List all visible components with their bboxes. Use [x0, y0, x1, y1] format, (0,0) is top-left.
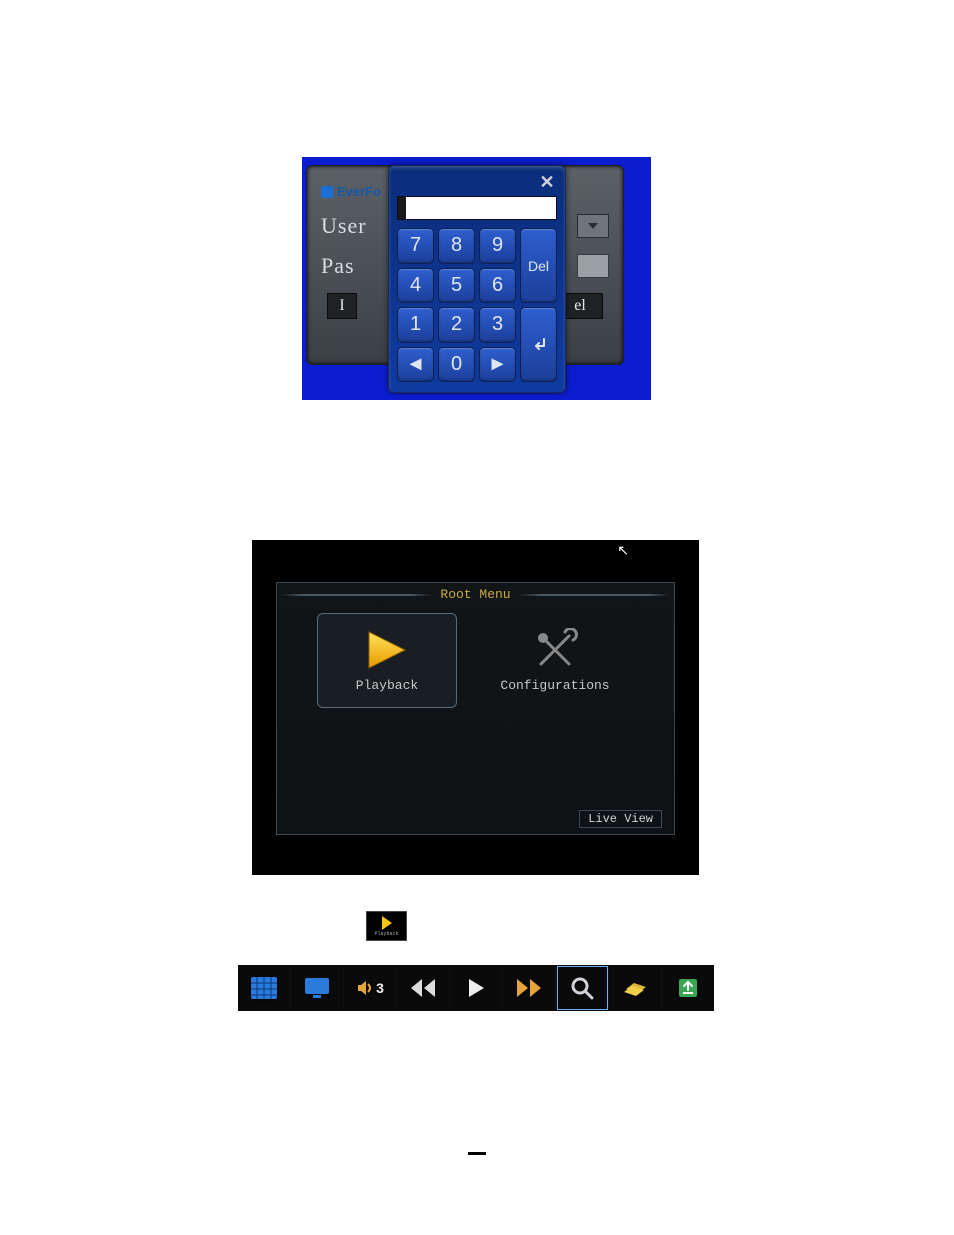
monitor-icon [303, 977, 331, 999]
cancel-fragment: el [574, 297, 586, 315]
playback-icon-button[interactable]: Playback [366, 911, 407, 941]
text-cursor [398, 197, 406, 219]
key-9[interactable]: 9 [479, 228, 516, 264]
export-button[interactable] [662, 965, 714, 1011]
archive-button[interactable] [609, 965, 662, 1011]
password-input[interactable] [577, 254, 609, 278]
play-button[interactable] [450, 965, 503, 1011]
play-icon [466, 978, 486, 998]
password-label: Pas [321, 253, 355, 279]
login-keypad-figure: EverFo User Pas I el ✕ 7 8 9 [302, 157, 651, 400]
export-icon [676, 976, 700, 1000]
play-icon [382, 916, 392, 930]
brand-icon [321, 186, 333, 198]
key-5[interactable]: 5 [438, 268, 475, 304]
grid-icon [250, 976, 278, 1000]
key-1[interactable]: 1 [397, 307, 434, 343]
playback-label: Playback [356, 678, 418, 693]
root-menu-panel: Root Menu Playback [276, 582, 675, 835]
search-button[interactable] [556, 965, 609, 1011]
tools-icon [531, 628, 579, 672]
fast-forward-button[interactable] [503, 965, 556, 1011]
enter-icon [530, 336, 548, 354]
key-7[interactable]: 7 [397, 228, 434, 264]
key-3[interactable]: 3 [479, 307, 516, 343]
key-enter[interactable] [520, 307, 557, 382]
key-6[interactable]: 6 [479, 268, 516, 304]
folder-stack-icon [622, 977, 648, 999]
root-menu-figure: ↖ Root Menu Playback [252, 540, 699, 875]
audio-channel-number: 3 [376, 980, 384, 996]
root-menu-configurations[interactable]: Configurations [485, 613, 625, 708]
root-menu-title: Root Menu [440, 587, 510, 602]
key-2[interactable]: 2 [438, 307, 475, 343]
multi-view-button[interactable] [238, 965, 291, 1011]
root-menu-header: Root Menu [277, 587, 674, 602]
mouse-cursor-icon: ↖ [617, 542, 629, 559]
login-ok-button[interactable]: I [327, 293, 357, 319]
key-del[interactable]: Del [520, 228, 557, 303]
hr-right [519, 594, 670, 596]
rewind-icon [410, 978, 436, 998]
play-icon [363, 628, 411, 672]
audio-channel-button[interactable]: 3 [344, 965, 397, 1011]
fast-forward-icon [516, 978, 542, 998]
magnifier-icon [570, 976, 594, 1000]
hr-left [281, 594, 432, 596]
key-right[interactable]: ► [479, 347, 516, 383]
live-view-button[interactable]: Live View [579, 810, 662, 828]
root-menu-playback[interactable]: Playback [317, 613, 457, 708]
user-dropdown[interactable] [577, 214, 609, 238]
user-label: User [321, 213, 367, 239]
playback-toolbar: 3 [238, 965, 714, 1011]
configurations-label: Configurations [500, 678, 609, 693]
page-indicator [468, 1152, 486, 1155]
close-icon[interactable]: ✕ [537, 172, 557, 192]
playback-caption: Playback [374, 931, 398, 937]
key-0[interactable]: 0 [438, 347, 475, 383]
keypad-display[interactable] [397, 196, 557, 220]
key-4[interactable]: 4 [397, 268, 434, 304]
numeric-keypad: ✕ 7 8 9 Del 4 5 6 1 2 3 ◄ 0 ► [388, 165, 566, 393]
rewind-button[interactable] [397, 965, 450, 1011]
brand-text: EverFo [337, 184, 381, 199]
key-8[interactable]: 8 [438, 228, 475, 264]
single-view-button[interactable] [291, 965, 344, 1011]
chevron-down-icon [588, 223, 598, 229]
key-left[interactable]: ◄ [397, 347, 434, 383]
speaker-icon [356, 979, 374, 997]
